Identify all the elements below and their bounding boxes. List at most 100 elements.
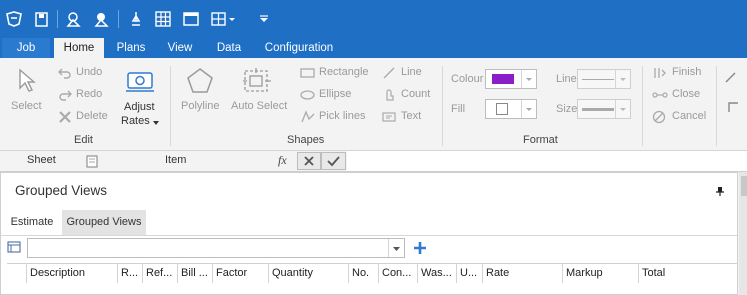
undo-button[interactable]: Undo [56,65,106,81]
line-icon [383,67,395,79]
shapes-group-label: Shapes [287,134,325,146]
column-header-markup[interactable]: Markup [563,263,639,283]
column-header-ref[interactable]: Ref... [143,263,178,283]
fill-picker[interactable] [485,99,537,119]
grid-icon[interactable] [154,10,172,28]
tab-grouped-views[interactable]: Grouped Views [62,210,146,235]
size-label: Size [556,103,578,115]
shapes-icon[interactable] [65,10,83,28]
fill-swatch [496,103,508,115]
column-header-description[interactable]: Description [27,263,118,283]
cancel-edit-button[interactable] [297,152,321,170]
confirm-edit-button[interactable] [321,152,346,170]
pick-lines-icon [301,110,315,123]
corner-icon [728,102,738,112]
ellipse-icon [300,90,315,100]
close-icon [304,156,314,166]
group-separator [642,66,643,146]
column-header-rate[interactable]: Rate [483,263,563,283]
adjust-rates-label-2: Rates [121,115,150,127]
row-indicator-header [6,263,27,283]
column-header-con[interactable]: Con... [379,263,418,283]
group-separator [442,66,443,146]
sheet-icon[interactable] [85,154,99,168]
formula-bar: Sheet Item fx [0,151,747,172]
dropdown-arrow-icon [521,70,536,88]
tab-data[interactable]: Data [210,38,248,58]
dropdown-arrow-icon [521,100,536,118]
group-separator [716,66,717,146]
auto-select-icon [243,68,271,92]
rectangle-button[interactable]: Rectangle [298,65,370,81]
delete-icon [59,111,71,123]
colour-picker[interactable] [485,69,537,89]
cancel-button[interactable]: Cancel [650,109,710,125]
measure-icon[interactable] [127,10,145,28]
redo-button[interactable]: Redo [56,87,106,103]
adjust-rates-button[interactable]: Adjust Rates [116,66,164,128]
pin-icon[interactable] [715,186,725,196]
tab-home[interactable]: Home [54,38,104,58]
ribbon-tab-bar: Job Home Plans View Data Configuration [0,38,747,58]
delete-button[interactable]: Delete [56,109,110,125]
close-button[interactable]: Close [650,87,710,103]
count-button[interactable]: Count [380,87,436,103]
rectangle-label: Rectangle [319,66,369,78]
redo-icon [59,90,72,101]
finish-label: Finish [672,66,702,78]
close-shape-icon [652,92,668,98]
app-logo-icon[interactable] [5,10,23,28]
column-header-u[interactable]: U... [457,263,483,283]
tab-job[interactable]: Job [2,38,50,58]
checkmark-icon [327,156,340,167]
redo-label: Redo [76,88,103,100]
money-icon [126,72,154,92]
fill-label: Fill [451,103,466,115]
toggle-shapes-icon[interactable] [93,10,111,28]
cancel-label: Cancel [672,110,707,122]
column-header-r[interactable]: R... [118,263,143,283]
text-button[interactable]: Text [380,109,430,125]
polyline-button[interactable]: Polyline [178,66,222,116]
line-button[interactable]: Line [380,65,430,81]
ribbon: Select Undo Redo Delete Adjust Rates Edi… [0,58,747,151]
column-header-factor[interactable]: Factor [213,263,269,283]
cursor-icon [19,68,36,92]
undo-icon [58,68,71,79]
save-icon[interactable] [33,10,51,28]
format-group-label: Format [523,134,558,146]
column-header-quantity[interactable]: Quantity [269,263,349,283]
tab-view[interactable]: View [162,38,198,58]
pick-lines-button[interactable]: Pick lines [298,109,370,125]
ellipse-button[interactable]: Ellipse [298,87,360,103]
finish-button[interactable]: Finish [650,65,710,81]
text-label: Text [401,110,422,122]
formula-input[interactable] [347,151,747,171]
edit-group-label: Edit [74,134,93,146]
add-icon[interactable] [412,240,428,256]
group-separator [170,66,171,146]
window-icon[interactable] [182,10,200,28]
line-style-picker[interactable] [577,69,631,89]
customize-icon[interactable] [255,10,273,28]
tab-estimate[interactable]: Estimate [4,210,60,235]
finish-icon [654,68,666,78]
column-header-no[interactable]: No. [349,263,379,283]
sheet-label: Sheet [27,154,56,166]
grid-settings-icon[interactable] [7,241,21,253]
table-dropdown-icon[interactable] [210,10,238,28]
tab-plans[interactable]: Plans [110,38,152,58]
view-select[interactable] [27,238,405,258]
line-style-label: Line [556,73,577,85]
column-header-bill[interactable]: Bill ... [178,263,213,283]
column-header-was[interactable]: Was... [418,263,457,283]
column-header-total[interactable]: Total [639,263,737,283]
auto-select-button[interactable]: Auto Select [229,66,289,116]
select-button[interactable]: Select [8,66,44,116]
ellipse-label: Ellipse [319,88,352,100]
size-picker[interactable] [577,99,631,119]
chevron-down-icon [153,121,159,125]
panel-title: Grouped Views [15,183,108,198]
count-label: Count [401,88,431,100]
tab-configuration[interactable]: Configuration [258,38,340,58]
